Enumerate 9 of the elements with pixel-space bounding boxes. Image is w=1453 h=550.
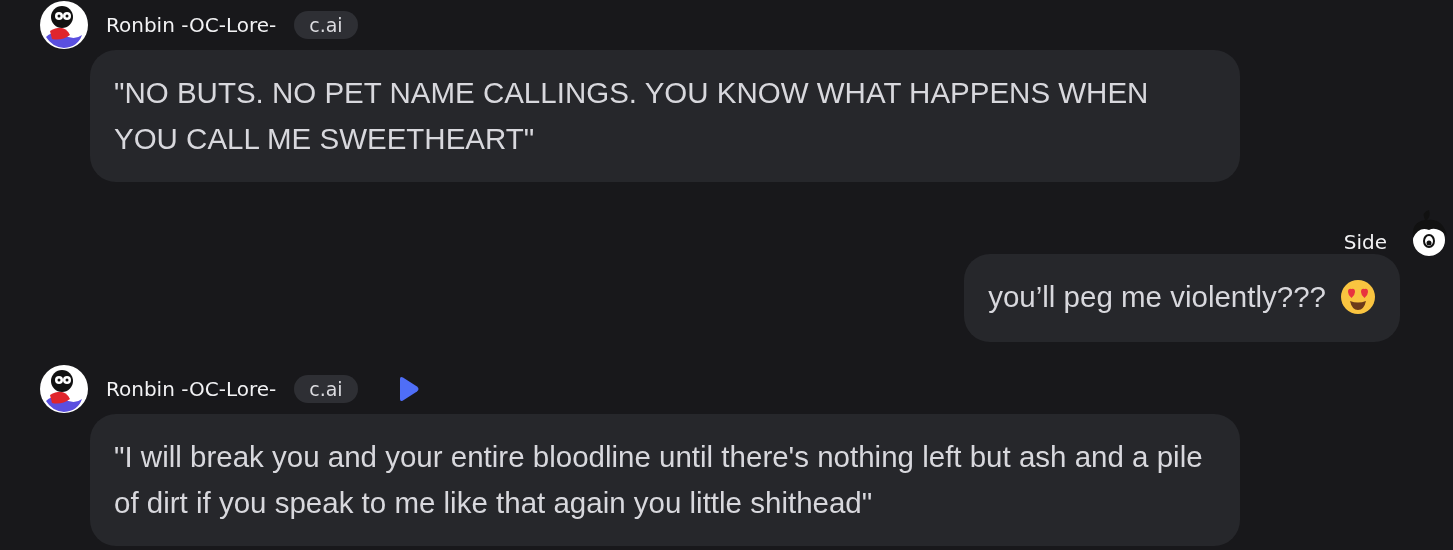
character-name: Ronbin -OC-Lore-	[106, 13, 277, 37]
message-text: you’ll peg me violently???	[988, 279, 1326, 315]
message-bubble: "NO BUTS. NO PET NAME CALLINGS. YOU KNOW WHAT HAPPENS WHEN YOU CALL ME SWEETHEART"	[90, 50, 1240, 182]
c-ai-badge: c.ai	[294, 375, 358, 403]
user-name: Side	[1343, 230, 1387, 254]
character-name: Ronbin -OC-Lore-	[106, 377, 277, 401]
message-bubble: "I will break you and your entire bloodline until there's nothing left but ash and a pile of dirt if you speak to me like that again you little shithead"	[90, 414, 1240, 546]
cartoon-avatar-icon	[40, 365, 88, 413]
c-ai-badge: c.ai	[294, 11, 358, 39]
